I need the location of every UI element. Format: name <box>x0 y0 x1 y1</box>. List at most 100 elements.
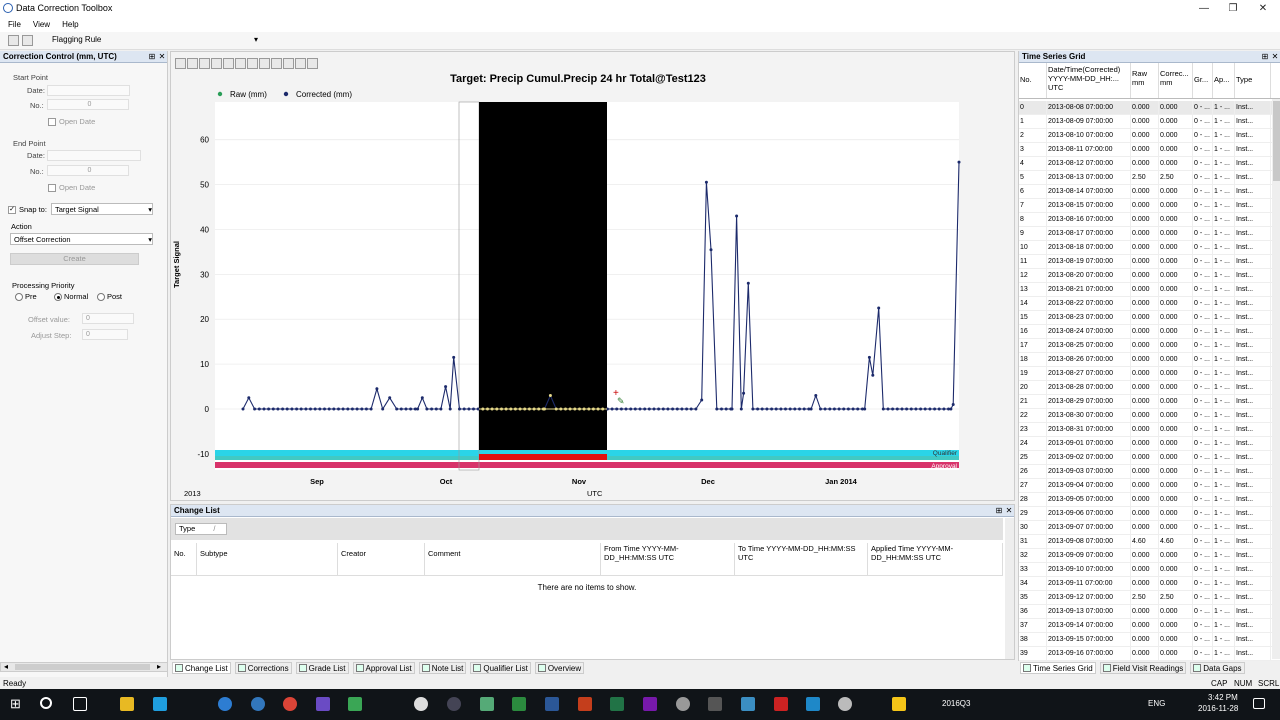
app-icon[interactable] <box>741 697 755 711</box>
windows-start-icon[interactable]: ⊞ <box>10 697 24 711</box>
column-header[interactable]: Date/Time(Corrected) YYYY-MM-DD_HH:... U… <box>1047 63 1131 98</box>
column-header[interactable]: Correc... mm <box>1159 63 1193 98</box>
data-point[interactable] <box>425 407 429 411</box>
data-point[interactable] <box>661 407 665 411</box>
data-point[interactable] <box>877 306 881 310</box>
menu-help[interactable]: Help <box>62 20 78 29</box>
data-point[interactable] <box>685 407 689 411</box>
legend-raw-label[interactable]: Raw (mm) <box>230 90 267 99</box>
table-row[interactable]: 30 2013-09-07 07:00:00 0.000 0.000 0 - ... 1 … <box>1019 521 1280 535</box>
data-point[interactable] <box>267 407 271 411</box>
data-point[interactable] <box>624 407 628 411</box>
data-point[interactable] <box>350 407 354 411</box>
data-point[interactable] <box>900 407 904 411</box>
data-point[interactable] <box>842 407 846 411</box>
minimize-button[interactable]: — <box>1189 0 1219 16</box>
data-point[interactable] <box>837 407 841 411</box>
browser-icon[interactable] <box>218 697 232 711</box>
data-point[interactable] <box>241 407 245 411</box>
adjust-step-field[interactable]: 0 <box>82 329 128 340</box>
table-row[interactable]: 26 2013-09-03 07:00:00 0.000 0.000 0 - ... 1 … <box>1019 465 1280 479</box>
data-point[interactable] <box>643 407 647 411</box>
data-point[interactable] <box>299 407 303 411</box>
ie-icon[interactable] <box>251 697 265 711</box>
data-point[interactable] <box>867 355 871 359</box>
data-point[interactable] <box>779 407 783 411</box>
data-point[interactable] <box>742 391 746 395</box>
data-point[interactable] <box>369 407 373 411</box>
data-point[interactable] <box>652 407 656 411</box>
table-row[interactable]: 29 2013-09-06 07:00:00 0.000 0.000 0 - ... 1 … <box>1019 507 1280 521</box>
column-header[interactable]: Type <box>1235 63 1271 98</box>
table-row[interactable]: 21 2013-08-29 07:00:00 0.000 0.000 0 - ... 1 … <box>1019 395 1280 409</box>
data-point[interactable] <box>253 407 257 411</box>
data-point[interactable] <box>619 407 623 411</box>
close-icon[interactable]: ✕ <box>1270 52 1280 61</box>
data-point[interactable] <box>680 407 684 411</box>
data-point[interactable] <box>332 407 336 411</box>
data-point[interactable] <box>793 407 797 411</box>
column-header[interactable]: Applied Time YYYY-MM-DD_HH:MM:SS UTC <box>868 543 1003 575</box>
pin-icon[interactable]: ⊞ <box>1260 52 1270 61</box>
table-row[interactable]: 5 2013-08-13 07:00:00 2.50 2.50 0 - ... 1 - .… <box>1019 171 1280 185</box>
column-header[interactable]: From Time YYYY-MM-DD_HH:MM:SS UTC <box>601 543 735 575</box>
app-icon[interactable] <box>806 697 820 711</box>
table-row[interactable]: 17 2013-08-25 07:00:00 0.000 0.000 0 - ... 1 … <box>1019 339 1280 353</box>
data-point[interactable] <box>323 407 326 411</box>
action-select[interactable]: Offset Correction ▾ <box>10 233 153 245</box>
table-row[interactable]: 16 2013-08-24 07:00:00 0.000 0.000 0 - ... 1 … <box>1019 325 1280 339</box>
data-point[interactable] <box>760 407 764 411</box>
data-point[interactable] <box>360 407 364 411</box>
table-row[interactable]: 19 2013-08-27 07:00:00 0.000 0.000 0 - ... 1 … <box>1019 367 1280 381</box>
selection-region[interactable] <box>479 102 607 450</box>
data-point[interactable] <box>355 407 359 411</box>
table-row[interactable]: 11 2013-08-19 07:00:00 0.000 0.000 0 - ... 1 … <box>1019 255 1280 269</box>
data-point[interactable] <box>949 407 953 411</box>
data-point[interactable] <box>823 407 827 411</box>
priority-pre-radio[interactable]: Pre <box>15 292 37 302</box>
data-point[interactable] <box>271 407 275 411</box>
column-header[interactable]: To Time YYYY-MM-DD_HH:MM:SS UTC <box>735 543 868 575</box>
data-point[interactable] <box>309 407 312 411</box>
tab-grade-list[interactable]: Grade List <box>295 662 349 674</box>
start-date-field[interactable] <box>47 85 130 96</box>
app-icon[interactable] <box>348 697 362 711</box>
pin-icon[interactable]: ⊞ <box>994 506 1004 515</box>
data-point[interactable] <box>430 407 434 411</box>
file-explorer-icon[interactable] <box>120 697 134 711</box>
data-point[interactable] <box>285 407 289 411</box>
close-icon[interactable]: ✕ <box>1004 506 1014 515</box>
table-row[interactable]: 14 2013-08-22 07:00:00 0.000 0.000 0 - ... 1 … <box>1019 297 1280 311</box>
data-point[interactable] <box>689 407 693 411</box>
data-point[interactable] <box>957 160 961 164</box>
data-point[interactable] <box>788 407 792 411</box>
table-row[interactable]: 36 2013-09-13 07:00:00 0.000 0.000 0 - ... 1 … <box>1019 605 1280 619</box>
data-point[interactable] <box>846 407 850 411</box>
data-point[interactable] <box>404 407 408 411</box>
offset-value-field[interactable]: 0 <box>82 313 134 324</box>
table-row[interactable]: 25 2013-09-02 07:00:00 0.000 0.000 0 - ... 1 … <box>1019 451 1280 465</box>
data-point[interactable] <box>951 403 955 406</box>
create-button[interactable]: Create <box>10 253 139 265</box>
app-icon[interactable] <box>447 697 461 711</box>
app-icon[interactable] <box>480 697 494 711</box>
data-point[interactable] <box>462 407 466 411</box>
data-point[interactable] <box>746 281 750 285</box>
data-point[interactable] <box>895 407 899 411</box>
close-icon[interactable]: ✕ <box>157 52 167 61</box>
data-point[interactable] <box>814 394 818 397</box>
snap-to-checkbox[interactable]: ✓ Snap to: <box>8 205 47 215</box>
legend-corrected-label[interactable]: Corrected (mm) <box>296 90 352 99</box>
flag-icon[interactable] <box>22 35 34 46</box>
column-header[interactable]: Raw mm <box>1131 63 1159 98</box>
scroll-right-icon[interactable]: ▸ <box>157 662 161 671</box>
table-row[interactable]: 13 2013-08-21 07:00:00 0.000 0.000 0 - ... 1 … <box>1019 283 1280 297</box>
tab-time-series-grid[interactable]: Time Series Grid <box>1020 662 1096 674</box>
onenote-icon[interactable] <box>643 697 657 711</box>
pin-icon[interactable]: ⊞ <box>147 52 157 61</box>
search-icon[interactable] <box>40 697 52 709</box>
column-header[interactable]: No. <box>171 543 197 575</box>
data-point[interactable] <box>923 407 927 411</box>
snap-to-select[interactable]: Target Signal ▾ <box>51 203 153 215</box>
table-row[interactable]: 3 2013-08-11 07:00:00 0.000 0.000 0 - ... 1 -… <box>1019 143 1280 157</box>
